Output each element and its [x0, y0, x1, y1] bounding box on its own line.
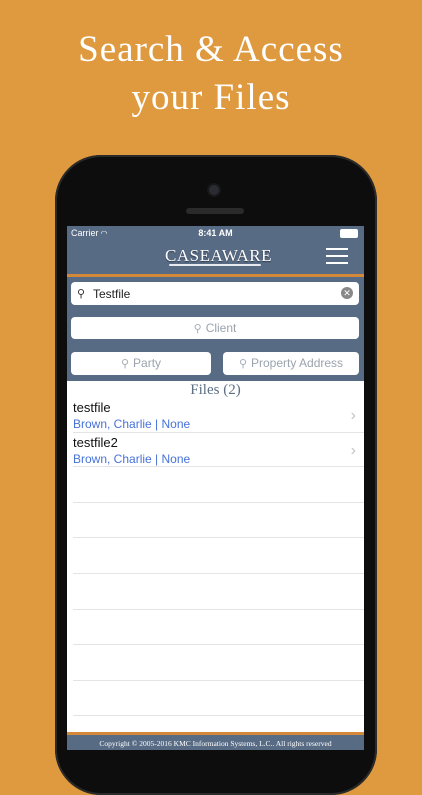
file-search-input[interactable]: ⚲ Testfile ✕: [71, 282, 359, 305]
client-search-input[interactable]: ⚲ Client: [71, 317, 359, 339]
row-divider: [73, 680, 364, 681]
search-panel: ⚲ Testfile ✕ ⚲ Client ⚲ Party ⚲ Property Ad…: [67, 277, 364, 381]
search-icon: ⚲: [238, 358, 247, 370]
file-row[interactable]: testfile Brown, Charlie | None ›: [67, 400, 364, 435]
party-placeholder: Party: [133, 356, 162, 370]
footer-accent-bar: [67, 732, 364, 735]
address-placeholder: Property Address: [251, 356, 344, 370]
files-count-title: Files (2): [190, 382, 241, 398]
logo-swoosh: [169, 264, 261, 266]
hamburger-menu-icon[interactable]: [326, 248, 348, 264]
speaker-grille: [186, 208, 244, 214]
status-bar: Carrier ◠ 8:41 AM: [67, 226, 364, 240]
file-row[interactable]: testfile2 Brown, Charlie | None ›: [67, 435, 364, 470]
clear-icon[interactable]: ✕: [341, 287, 353, 299]
row-divider: [73, 537, 364, 538]
chevron-right-icon: ›: [350, 407, 356, 424]
search-icon: ⚲: [193, 323, 202, 335]
party-search-input[interactable]: ⚲ Party: [71, 352, 211, 375]
search-icon: ⚲: [120, 358, 130, 370]
promo-heading: Search & Access your Files: [0, 26, 422, 122]
file-meta: Brown, Charlie | None: [73, 452, 191, 466]
chevron-right-icon: ›: [350, 442, 356, 459]
search-icon: ⚲: [77, 288, 86, 300]
property-address-search-input[interactable]: ⚲ Property Address: [223, 352, 359, 375]
row-divider: [73, 432, 364, 433]
file-search-value: Testfile: [93, 287, 131, 301]
row-divider: [73, 573, 364, 574]
file-name: testfile: [73, 400, 111, 415]
app-screen: Carrier ◠ 8:41 AM CASEAWARE ⚲ Testfile ✕ …: [67, 226, 364, 750]
row-divider: [73, 466, 364, 467]
app-header: Carrier ◠ 8:41 AM CASEAWARE: [67, 226, 364, 274]
row-divider: [73, 609, 364, 610]
row-divider: [73, 502, 364, 503]
copyright-footer: Copyright © 2005-2016 KMC Information Sy…: [67, 732, 364, 750]
file-meta: Brown, Charlie | None: [73, 417, 191, 431]
row-divider: [73, 715, 364, 716]
promo-line-2: your Files: [131, 77, 291, 118]
battery-icon: [340, 229, 358, 238]
row-divider: [73, 644, 364, 645]
logo-text: CASEAWARE: [165, 246, 273, 265]
camera-icon: [209, 185, 219, 195]
promo-line-1: Search & Access: [78, 29, 344, 70]
copyright-text: Copyright © 2005-2016 KMC Information Sy…: [99, 739, 332, 748]
status-time: 8:41 AM: [198, 228, 233, 238]
client-placeholder: Client: [205, 321, 237, 335]
caseaware-logo: CASEAWARE: [165, 241, 272, 271]
file-name: testfile2: [73, 435, 118, 450]
